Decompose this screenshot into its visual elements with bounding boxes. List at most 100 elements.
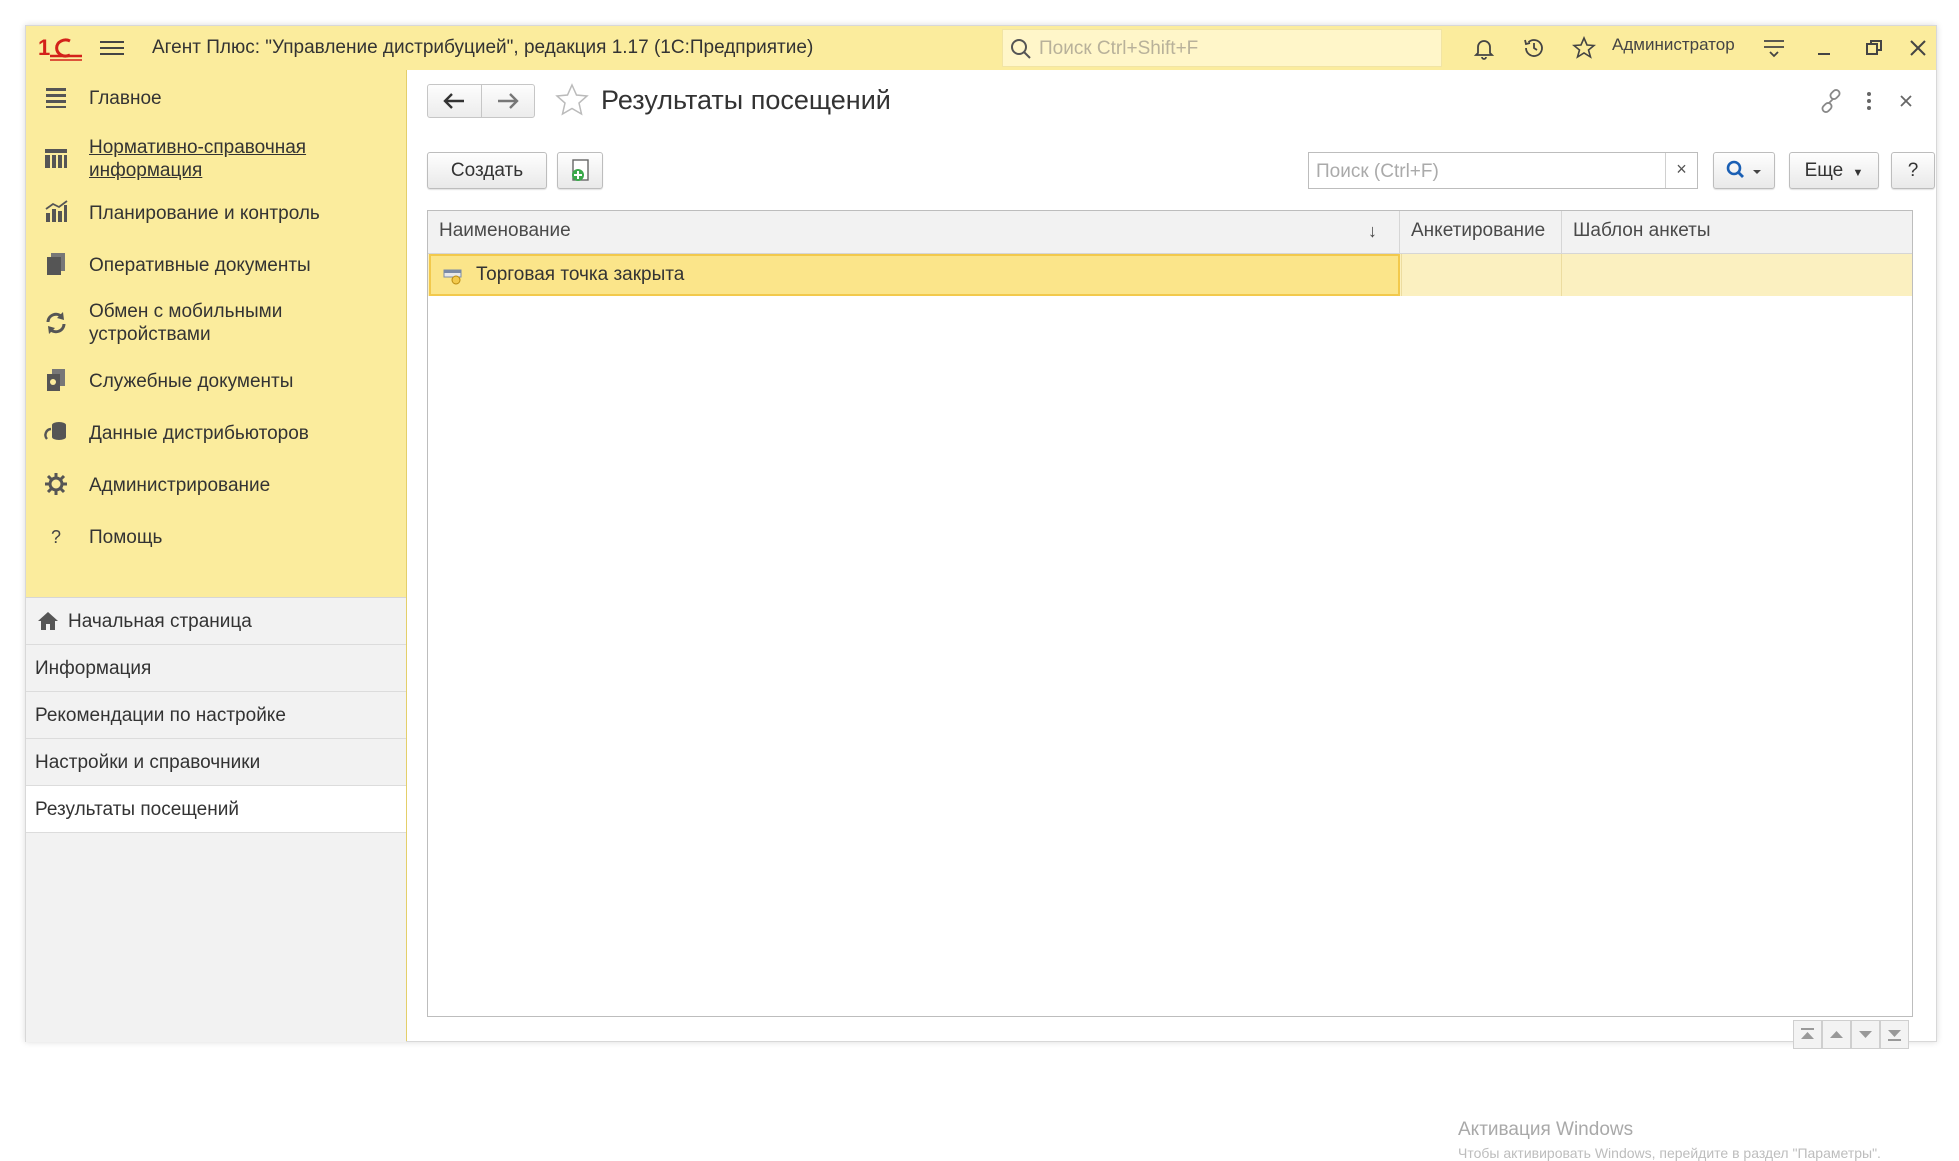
section-main[interactable]: Главное bbox=[26, 80, 406, 124]
arrow-right-icon bbox=[498, 93, 519, 109]
add-favorite-star-icon[interactable] bbox=[554, 82, 590, 118]
search-dropdown-icon bbox=[1726, 160, 1761, 178]
section-label: Обмен с мобильными устройствами bbox=[89, 301, 283, 345]
close-form-icon[interactable] bbox=[1893, 88, 1919, 114]
help-button[interactable]: ? bbox=[1891, 152, 1935, 189]
open-window-label: Результаты посещений bbox=[35, 799, 239, 820]
section-label: Главное bbox=[89, 88, 162, 109]
column-header-label: Шаблон анкеты bbox=[1573, 220, 1711, 241]
open-window-label: Начальная страница bbox=[68, 611, 252, 632]
copy-button[interactable] bbox=[557, 152, 603, 189]
history-icon[interactable] bbox=[1522, 36, 1546, 60]
section-service-docs[interactable]: Служебные документы bbox=[26, 360, 406, 404]
more-actions-button[interactable]: Еще ▼ bbox=[1789, 152, 1879, 189]
arrow-left-icon bbox=[443, 93, 464, 109]
documents-icon bbox=[47, 253, 65, 275]
1c-logo-icon[interactable]: 1 bbox=[36, 34, 86, 62]
section-label: Служебные документы bbox=[89, 371, 294, 392]
visit-results-table: Наименование ↓ Анкетирование Шаблон анке… bbox=[427, 210, 1913, 1161]
section-operational-docs[interactable]: Оперативные документы bbox=[26, 244, 406, 288]
section-label: Помощь bbox=[89, 527, 163, 548]
user-name[interactable]: Администратор bbox=[1612, 35, 1735, 55]
section-help[interactable]: ? Помощь bbox=[26, 516, 406, 560]
close-window-icon[interactable] bbox=[1906, 36, 1930, 60]
open-window-label: Информация bbox=[35, 658, 152, 679]
section-reference-data[interactable]: Нормативно-справочная информация bbox=[26, 128, 406, 188]
copy-document-icon bbox=[572, 159, 589, 181]
help-icon: ? bbox=[51, 527, 61, 547]
scroll-up-button[interactable] bbox=[1822, 1020, 1851, 1049]
svg-text:?: ? bbox=[51, 527, 61, 547]
more-actions-label: Еще bbox=[1804, 160, 1844, 181]
open-window-visit-results[interactable]: Результаты посещений bbox=[26, 786, 406, 833]
svg-text:1: 1 bbox=[38, 35, 50, 60]
title-bar: 1 Агент Плюс: "Управление дистрибуцией",… bbox=[26, 26, 1936, 71]
scroll-bottom-icon bbox=[1888, 1030, 1901, 1041]
list-icon bbox=[46, 88, 66, 108]
table-header: Наименование ↓ Анкетирование Шаблон анке… bbox=[428, 211, 1912, 254]
forward-button[interactable] bbox=[482, 85, 535, 117]
section-label: Администрирование bbox=[89, 475, 271, 496]
restore-icon[interactable] bbox=[1862, 36, 1886, 60]
open-window-recommendations[interactable]: Рекомендации по настройке bbox=[26, 692, 406, 739]
scroll-down-button[interactable] bbox=[1851, 1020, 1880, 1049]
form-search[interactable]: × bbox=[1308, 152, 1698, 189]
section-label: Данные дистрибьюторов bbox=[89, 423, 309, 444]
chart-icon bbox=[45, 200, 68, 222]
settings-menu-icon[interactable] bbox=[1762, 36, 1786, 60]
cell-name[interactable]: Торговая точка закрыта bbox=[429, 254, 1400, 296]
search-clear-button[interactable]: × bbox=[1665, 153, 1697, 188]
more-vertical-icon[interactable] bbox=[1856, 88, 1882, 114]
section-administration[interactable]: Администрирование bbox=[26, 464, 406, 508]
scroll-to-bottom-button[interactable] bbox=[1880, 1020, 1909, 1049]
main-menu-icon[interactable] bbox=[100, 38, 124, 58]
column-header-template[interactable]: Шаблон анкеты bbox=[1561, 211, 1912, 253]
back-button[interactable] bbox=[428, 85, 482, 117]
navigation-buttons bbox=[427, 84, 535, 118]
open-windows-panel: Начальная страница Информация Рекомендац… bbox=[26, 597, 406, 1042]
section-mobile-exchange[interactable]: Обмен с мобильными устройствами bbox=[26, 292, 406, 352]
catalog-icon bbox=[45, 149, 67, 168]
chevron-down-icon: ▼ bbox=[1852, 167, 1864, 179]
app-title: Агент Плюс: "Управление дистрибуцией", р… bbox=[152, 37, 814, 58]
cell-template[interactable] bbox=[1561, 254, 1912, 296]
open-window-label: Настройки и справочники bbox=[35, 752, 261, 773]
section-label: Нормативно-справочная информация bbox=[89, 137, 307, 181]
global-search-input[interactable] bbox=[1037, 36, 1431, 62]
open-window-info[interactable]: Информация bbox=[26, 645, 406, 692]
global-search[interactable] bbox=[1002, 29, 1442, 67]
sections-panel: Главное Нормативно-справочная информация… bbox=[26, 70, 407, 1042]
column-header-survey[interactable]: Анкетирование bbox=[1399, 211, 1561, 253]
section-label: Планирование и контроль bbox=[89, 203, 320, 224]
form-title: Результаты посещений bbox=[601, 85, 891, 115]
scroll-down-icon bbox=[1859, 1031, 1872, 1038]
windows-activation-title: Активация Windows bbox=[1458, 1119, 1634, 1140]
table-row[interactable]: Торговая точка закрыта bbox=[428, 254, 1912, 296]
list-scroll-buttons bbox=[1793, 1020, 1909, 1050]
open-window-home[interactable]: Начальная страница bbox=[26, 598, 406, 645]
form-area: Результаты посещений Создать × bbox=[407, 70, 1936, 1161]
service-docs-icon bbox=[47, 369, 65, 391]
minimize-icon[interactable] bbox=[1812, 36, 1836, 60]
link-icon[interactable] bbox=[1818, 88, 1844, 114]
search-button[interactable] bbox=[1713, 152, 1775, 189]
form-search-input[interactable] bbox=[1314, 158, 1658, 185]
scroll-top-icon bbox=[1801, 1028, 1814, 1039]
windows-activation-text: Чтобы активировать Windows, перейдите в … bbox=[1458, 1145, 1881, 1161]
section-distributor-data[interactable]: Данные дистрибьюторов bbox=[26, 412, 406, 456]
row-name-text: Торговая точка закрыта bbox=[476, 264, 685, 285]
catalog-item-icon bbox=[443, 269, 462, 285]
bell-icon[interactable] bbox=[1472, 36, 1496, 60]
open-window-settings[interactable]: Настройки и справочники bbox=[26, 739, 406, 786]
sort-down-icon: ↓ bbox=[1368, 221, 1377, 241]
favorites-star-icon[interactable] bbox=[1572, 36, 1596, 60]
gear-icon bbox=[45, 473, 67, 495]
section-planning[interactable]: Планирование и контроль bbox=[26, 192, 406, 236]
create-button[interactable]: Создать bbox=[427, 152, 547, 189]
open-window-label: Рекомендации по настройке bbox=[35, 705, 286, 726]
search-icon bbox=[1011, 39, 1031, 59]
column-header-name[interactable]: Наименование ↓ bbox=[428, 211, 1398, 253]
scroll-to-top-button[interactable] bbox=[1793, 1020, 1822, 1049]
distributor-icon bbox=[44, 422, 66, 440]
cell-survey[interactable] bbox=[1401, 254, 1561, 296]
